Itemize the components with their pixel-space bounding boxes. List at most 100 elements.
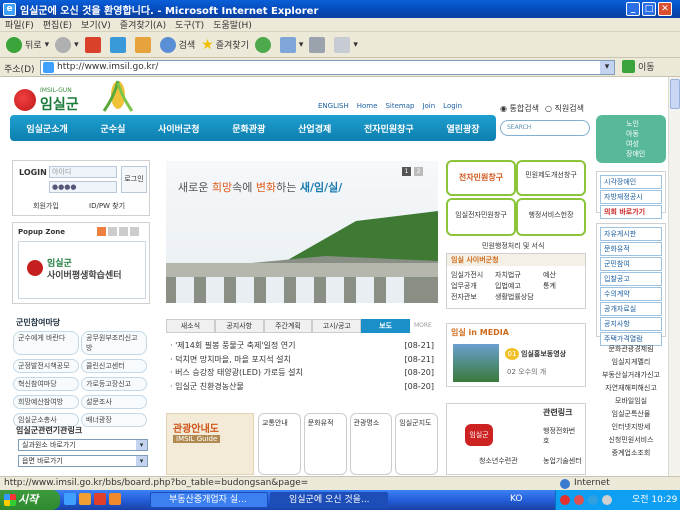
citizen-link[interactable]: 설문조사 [81,395,147,409]
forward-button[interactable]: ▾ [55,36,79,53]
youth-center-link[interactable]: 청소년수련관 [479,456,519,466]
login-password-input[interactable]: ●●●● [49,181,117,193]
task-button-1[interactable]: 부동산중개업자 실... [150,492,268,508]
agri-center-link[interactable]: 농업기술센터 [543,456,583,466]
phone-directory-link[interactable]: 행정전화번호 [543,426,581,446]
quick-link[interactable]: 아동 [626,129,666,139]
right-link[interactable]: 임실지게멜리 [596,356,666,369]
tab-weekly[interactable]: 주간계획 [263,319,313,333]
media-launch-icon[interactable] [109,493,121,505]
minwon-forms-link[interactable]: 민원행정처리 및 서식 [482,241,544,251]
right-link[interactable]: 부동산실거래가신고 [596,369,666,382]
news-item[interactable]: · 임실군 친환경농산물 [08-20] [170,380,434,394]
citizen-link[interactable]: 군수에게 바란다 [13,331,79,355]
menu-favorites[interactable]: 즐겨찾기(A) [120,18,166,31]
right-link[interactable]: 시각장애인 [600,175,662,189]
right-link[interactable]: 자유게시판 [600,227,662,241]
menu-edit[interactable]: 편집(E) [43,18,72,31]
quick-link[interactable]: 장애인 [626,149,666,159]
cyber-link[interactable]: 업무공개 [451,281,495,292]
tour-link-map[interactable]: 임실군지도 [395,413,438,475]
print-button[interactable] [309,36,328,53]
language-indicator[interactable]: KO [510,494,523,504]
right-link[interactable]: 공지사항 [600,317,662,331]
edit-button[interactable]: ▾ [334,36,358,53]
tour-guide-box[interactable]: 관광안내도 IMSIL Guide [166,413,254,475]
nav-mayor[interactable]: 군수실 [101,122,126,135]
menu-tools[interactable]: 도구(T) [175,18,204,31]
back-button[interactable]: 뒤로 ▾ [6,36,49,53]
right-link[interactable]: 신청민원서비스 [596,434,666,447]
council-link[interactable]: 의회 바로가기 [600,205,662,219]
right-link[interactable]: 자방재정공시 [600,190,662,204]
quick-link[interactable]: 여성 [626,139,666,149]
cyber-link[interactable]: 전자관보 [451,292,495,303]
minimize-button[interactable]: _ [626,2,640,16]
citizen-link[interactable]: 가로등고장신고 [81,377,147,391]
tour-link-traffic[interactable]: 교통안내 [258,413,301,475]
tour-link-heritage[interactable]: 문화유적 [303,413,347,475]
banner-page-1[interactable]: 1 [402,167,411,176]
service-charter-link[interactable]: 행정서비스헌장 [516,198,586,236]
tray-icon[interactable] [574,495,584,505]
site-search-input[interactable]: SEARCH [500,120,590,136]
right-link[interactable]: 인터넷지방세 [596,421,666,434]
refresh-button[interactable] [109,36,129,53]
link-login[interactable]: Login [443,102,462,110]
tab-notice[interactable]: 공지사항 [214,319,264,333]
desktop-launch-icon[interactable] [79,493,91,505]
menu-file[interactable]: 파일(F) [5,18,34,31]
tour-link-sights[interactable]: 관광명소 [349,413,393,475]
nav-open[interactable]: 열린광장 [446,122,479,135]
nav-minwon[interactable]: 전자민원창구 [364,122,414,135]
mail-button[interactable]: ▾ [279,36,303,53]
join-link[interactable]: 회원가입 [33,201,59,211]
media-headline[interactable]: 임실홍보동영상 [521,349,566,359]
news-item[interactable]: · 덕치면 망치마을, 마을 포지석 설치 [08-21] [170,353,434,367]
menu-help[interactable]: 도움말(H) [213,18,252,31]
address-dropdown[interactable]: ▾ [600,61,614,74]
radio-staff-search[interactable]: ○ 직원검색 [545,103,584,114]
news-more[interactable]: MORE [410,319,438,333]
news-item[interactable]: · '제14회 필봉 풍물굿 축제'일정 연기 [08-21] [170,339,434,353]
find-id-link[interactable]: ID/PW 찾기 [89,201,125,211]
citizen-link[interactable]: 클린신고센터 [81,359,147,373]
tab-press[interactable]: 보도 [361,319,410,333]
town-select[interactable]: 읍면 바로가기 ▾ [18,455,148,467]
maximize-button[interactable]: □ [642,2,656,16]
right-link[interactable]: 임실군특산물 [596,408,666,421]
popup-banner[interactable]: 임실군 사이버평생학습센터 [18,241,146,299]
dept-select[interactable]: 실과원소 바로가기 ▾ [18,439,148,451]
citizen-link[interactable]: 군정발전시책공모 [13,359,79,373]
radio-total-search[interactable]: ◉ 통합검색 [500,103,539,114]
popup-pager[interactable] [97,227,147,236]
right-link[interactable]: 공개자료실 [600,302,662,316]
news-item[interactable]: · 버스 승강장 태양광(LED) 가로등 설치 [08-20] [170,366,434,380]
link-home[interactable]: Home [357,102,378,110]
right-link[interactable]: 문화관광경제림 [596,343,666,356]
cyber-link[interactable]: 예산 [543,270,583,281]
menu-view[interactable]: 보기(V) [81,18,111,31]
media-thumbnail[interactable] [453,344,499,382]
tab-announce[interactable]: 고시/공고 [312,319,362,333]
right-link[interactable]: 입찰공고 [600,272,662,286]
stop-button[interactable] [84,36,104,53]
citizen-link[interactable]: 혁신참여마당 [13,377,79,391]
vertical-scrollbar[interactable] [668,77,680,476]
app-launch-icon[interactable] [94,493,106,505]
citizen-link[interactable]: 공무원부조리신고방 [81,331,147,355]
right-link[interactable]: 모바일임실 [596,395,666,408]
cyber-link[interactable]: 자치법규 [495,270,543,281]
link-english[interactable]: ENGLISH [318,102,349,110]
media-item-2[interactable]: 02 오수의 개 [507,367,546,377]
right-link[interactable]: 문화유적 [600,242,662,256]
right-link[interactable]: 군민참여 [600,257,662,271]
citizen-link[interactable]: 희망예산참여방 [13,395,79,409]
history-button[interactable] [254,36,274,53]
close-button[interactable]: ✕ [658,2,672,16]
tab-news[interactable]: 새소식 [166,319,215,333]
right-link[interactable]: 자연재해피해신고 [596,382,666,395]
tray-icon[interactable] [560,495,570,505]
cyber-link[interactable]: 통계 [543,281,583,292]
nav-intro[interactable]: 임실군소개 [26,122,67,135]
